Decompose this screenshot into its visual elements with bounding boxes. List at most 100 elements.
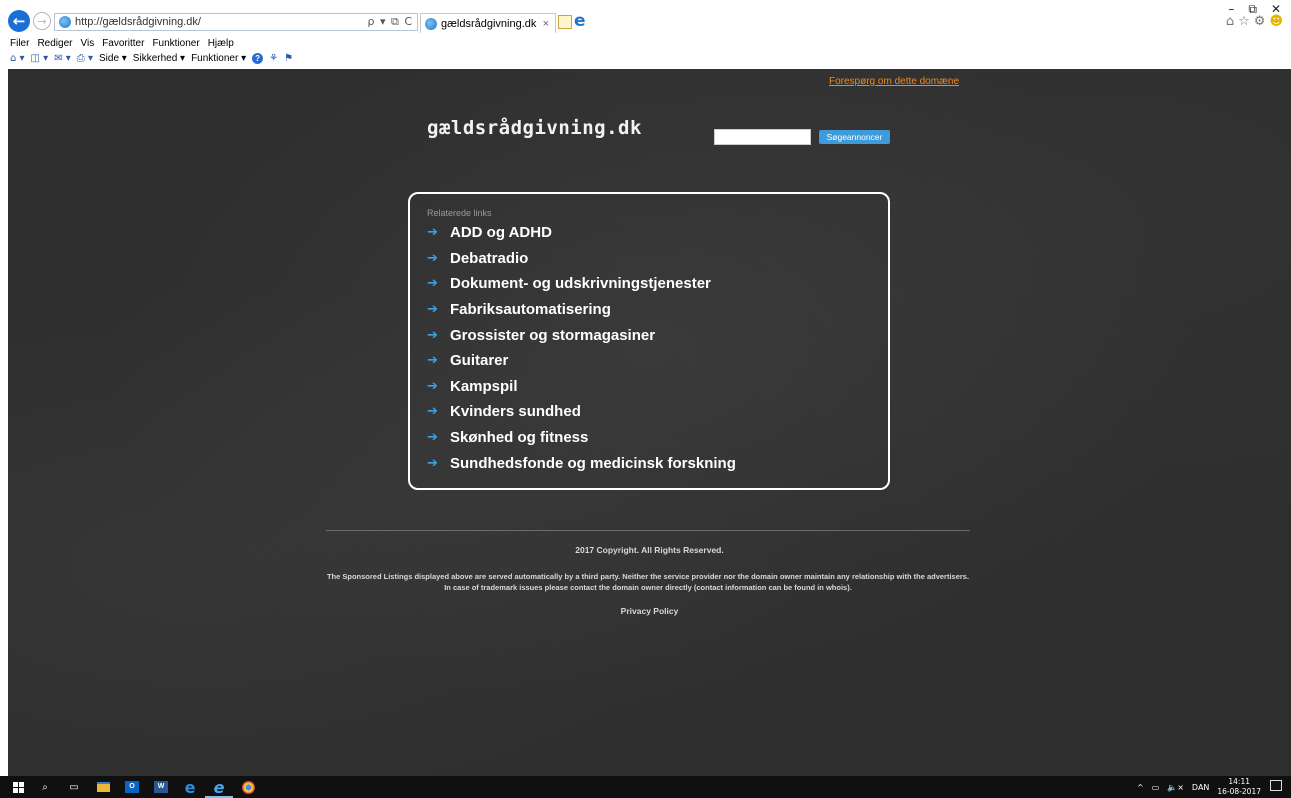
- sponsored-disclaimer: The Sponsored Listings displayed above a…: [326, 572, 970, 592]
- task-view-icon[interactable]: ▭: [66, 779, 82, 795]
- arrow-right-icon: ➔: [427, 430, 438, 446]
- settings-gear-icon[interactable]: ⚙: [1254, 14, 1266, 29]
- arrow-right-icon: ➔: [427, 404, 438, 420]
- menu-item-funktioner[interactable]: Funktioner: [152, 38, 199, 49]
- related-link-label[interactable]: Guitarer: [450, 352, 508, 369]
- home-dropdown-icon[interactable]: ⌂ ▾: [10, 53, 25, 64]
- related-link-add-og-adhd[interactable]: ➔ ADD og ADHD: [427, 220, 888, 246]
- tab-close-icon[interactable]: ×: [543, 18, 555, 30]
- chrome-icon[interactable]: [240, 779, 256, 795]
- research-icon[interactable]: ⚘: [269, 53, 278, 64]
- taskbar-search-icon[interactable]: ⌕: [37, 779, 53, 795]
- related-link-guitarer[interactable]: ➔ Guitarer: [427, 348, 888, 374]
- back-button[interactable]: ←: [8, 10, 30, 32]
- page-menu-button[interactable]: Side ▾: [99, 53, 127, 64]
- clock-time: 14:11: [1228, 777, 1251, 786]
- menu-bar: Filer Rediger Vis Favoritter Funktioner …: [10, 38, 234, 49]
- windows-taskbar: ⌕ ▭ O W e e ^ ▭ 🔈× DAN 14:11 16-08-2017: [0, 776, 1291, 798]
- arrow-right-icon: ➔: [427, 353, 438, 369]
- home-icon[interactable]: ⌂: [1226, 14, 1234, 29]
- word-icon[interactable]: W: [153, 779, 169, 795]
- related-link-label[interactable]: Skønhed og fitness: [450, 429, 588, 446]
- start-button[interactable]: [10, 779, 26, 795]
- search-refresh-icons[interactable]: ρ ▾ ⧉ C: [367, 15, 417, 29]
- page-viewport: Forespørg om dette domæne gældsrådgivnin…: [8, 69, 1291, 776]
- tray-chevron-icon[interactable]: ^: [1137, 783, 1144, 792]
- ie-favicon-icon: [59, 16, 71, 28]
- related-link-label[interactable]: ADD og ADHD: [450, 224, 552, 241]
- arrow-right-icon: ➔: [427, 455, 438, 471]
- chrome-app-icon: [241, 780, 255, 794]
- copyright-text: 2017 Copyright. All Rights Reserved.: [575, 545, 724, 555]
- menu-item-favoritter[interactable]: Favoritter: [102, 38, 144, 49]
- clock[interactable]: 14:11 16-08-2017: [1217, 777, 1261, 797]
- related-link-label[interactable]: Fabriksautomatisering: [450, 301, 611, 318]
- new-tab-button[interactable]: [558, 15, 572, 29]
- internet-explorer-icon[interactable]: e: [211, 778, 227, 797]
- safety-menu-button[interactable]: Sikkerhed ▾: [133, 53, 185, 64]
- menu-item-vis[interactable]: Vis: [80, 38, 94, 49]
- related-link-label[interactable]: Sundhedsfonde og medicinsk forskning: [450, 455, 736, 472]
- edge-icon[interactable]: e: [182, 778, 198, 797]
- menu-item-hjaelp[interactable]: Hjælp: [208, 38, 234, 49]
- tools-menu-button[interactable]: Funktioner ▾: [191, 53, 246, 64]
- privacy-policy-link[interactable]: Privacy Policy: [8, 606, 1291, 616]
- system-tray: ^ ▭ 🔈× DAN 14:11 16-08-2017: [1137, 776, 1261, 798]
- address-bar[interactable]: http://gældsrådgivning.dk/ ρ ▾ ⧉ C: [54, 13, 418, 31]
- related-link-label[interactable]: Kampspil: [450, 378, 518, 395]
- browser-tab[interactable]: gældsrådgivning.dk ×: [420, 13, 556, 33]
- arrow-right-icon: ➔: [427, 302, 438, 318]
- action-center-icon[interactable]: [1270, 780, 1282, 791]
- arrow-right-icon: ➔: [427, 250, 438, 266]
- volume-muted-icon[interactable]: 🔈×: [1167, 783, 1184, 792]
- favorites-star-icon[interactable]: ☆: [1238, 14, 1250, 29]
- related-link-debatradio[interactable]: ➔ Debatradio: [427, 246, 888, 272]
- feeds-dropdown-icon[interactable]: ◫ ▾: [31, 53, 49, 64]
- related-link-sundhedsfonde[interactable]: ➔ Sundhedsfonde og medicinsk forskning: [427, 450, 888, 476]
- print-dropdown-icon[interactable]: ⎙ ▾: [77, 53, 93, 64]
- browser-right-tools: ⌂ ☆ ⚙ ☻: [1226, 14, 1283, 29]
- related-link-kvinders-sundhed[interactable]: ➔ Kvinders sundhed: [427, 399, 888, 425]
- address-url[interactable]: http://gældsrådgivning.dk/: [75, 16, 367, 28]
- site-title: gældsrådgivning.dk: [427, 117, 642, 139]
- ie-logo-icon[interactable]: e: [574, 13, 586, 30]
- arrow-right-icon: →: [37, 14, 47, 28]
- network-icon[interactable]: ▭: [1152, 783, 1160, 792]
- translate-icon[interactable]: ⚑: [284, 53, 293, 64]
- arrow-right-icon: ➔: [427, 276, 438, 292]
- related-link-label[interactable]: Kvinders sundhed: [450, 403, 581, 420]
- related-links-heading: Relaterede links: [427, 208, 492, 218]
- related-link-label[interactable]: Dokument- og udskrivningstjenester: [450, 275, 711, 292]
- clock-date: 16-08-2017: [1217, 787, 1261, 796]
- related-link-grossister[interactable]: ➔ Grossister og stormagasiner: [427, 322, 888, 348]
- command-bar: ⌂ ▾ ◫ ▾ ✉ ▾ ⎙ ▾ Side ▾ Sikkerhed ▾ Funkt…: [10, 53, 293, 64]
- search-input[interactable]: [714, 129, 811, 145]
- mail-dropdown-icon[interactable]: ✉ ▾: [54, 53, 71, 64]
- related-link-kampspil[interactable]: ➔ Kampspil: [427, 374, 888, 400]
- related-link-dokument[interactable]: ➔ Dokument- og udskrivningstjenester: [427, 271, 888, 297]
- arrow-right-icon: ➔: [427, 327, 438, 343]
- related-link-label[interactable]: Grossister og stormagasiner: [450, 327, 655, 344]
- forward-button[interactable]: →: [33, 12, 51, 30]
- help-icon[interactable]: ?: [252, 53, 264, 64]
- menu-item-filer[interactable]: Filer: [10, 38, 29, 49]
- language-indicator[interactable]: DAN: [1192, 783, 1209, 792]
- related-link-skoenhed[interactable]: ➔ Skønhed og fitness: [427, 425, 888, 451]
- related-link-label[interactable]: Debatradio: [450, 250, 528, 267]
- outlook-icon[interactable]: O: [124, 779, 140, 795]
- footer-divider: [326, 530, 970, 531]
- search-ads-button[interactable]: Søgeannoncer: [819, 130, 890, 144]
- word-app-icon: W: [154, 781, 168, 793]
- menu-item-rediger[interactable]: Rediger: [37, 38, 72, 49]
- arrow-left-icon: ←: [12, 12, 26, 30]
- arrow-right-icon: ➔: [427, 225, 438, 241]
- related-link-fabriksautomatisering[interactable]: ➔ Fabriksautomatisering: [427, 297, 888, 323]
- outlook-app-icon: O: [125, 781, 139, 793]
- folder-icon: [96, 782, 110, 792]
- related-links-box: Relaterede links ➔ ADD og ADHD ➔ Debatra…: [408, 192, 890, 490]
- feedback-smiley-icon[interactable]: ☻: [1269, 14, 1283, 29]
- windows-logo-icon: [12, 781, 24, 793]
- domain-inquiry-link[interactable]: Forespørg om dette domæne: [829, 76, 959, 87]
- arrow-right-icon: ➔: [427, 378, 438, 394]
- file-explorer-icon[interactable]: [95, 779, 111, 795]
